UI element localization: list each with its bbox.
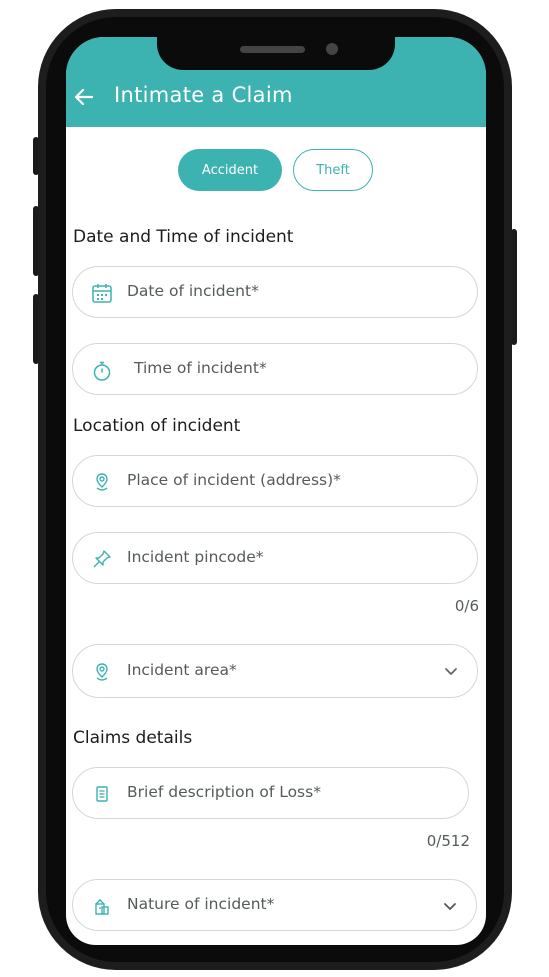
location-pin-icon <box>96 473 108 491</box>
stopwatch-icon <box>93 361 111 381</box>
nature-of-incident-dropdown[interactable]: Nature of incident* <box>72 879 477 931</box>
section-location: Location of incident <box>73 416 241 436</box>
app-screen: Intimate a Claim Accident Theft Date and… <box>66 37 486 945</box>
phone-notch <box>157 37 395 70</box>
speaker-grille <box>240 46 305 53</box>
time-of-incident-placeholder: Time of incident* <box>134 359 267 377</box>
chevron-down-icon[interactable] <box>443 663 459 679</box>
pincode-char-counter: 0/6 <box>454 597 479 615</box>
place-of-incident-placeholder: Place of incident (address)* <box>127 471 341 489</box>
nature-of-incident-placeholder: Nature of incident* <box>127 895 275 913</box>
section-claims-details: Claims details <box>73 728 193 748</box>
incident-pincode-field[interactable]: Incident pincode* <box>72 532 478 584</box>
tab-theft[interactable]: Theft <box>293 149 373 191</box>
description-char-counter: 0/512 <box>426 832 470 850</box>
document-icon <box>96 786 108 802</box>
place-of-incident-field[interactable]: Place of incident (address)* <box>72 455 478 507</box>
date-of-incident-field[interactable]: Date of incident* <box>72 266 478 318</box>
chevron-down-icon[interactable] <box>442 898 458 914</box>
incident-area-placeholder: Incident area* <box>127 661 237 679</box>
page-title: Intimate a Claim <box>114 83 293 107</box>
incident-area-dropdown[interactable]: Incident area* <box>72 644 478 698</box>
incident-category-icon <box>95 899 109 915</box>
date-of-incident-placeholder: Date of incident* <box>127 282 259 300</box>
front-camera <box>326 43 338 55</box>
calendar-icon <box>92 284 112 303</box>
time-of-incident-field[interactable]: Time of incident* <box>72 343 478 395</box>
tab-accident[interactable]: Accident <box>178 149 282 191</box>
brief-description-placeholder: Brief description of Loss* <box>127 783 321 801</box>
pushpin-icon <box>93 550 111 568</box>
section-date-time: Date and Time of incident <box>73 227 294 247</box>
back-arrow-icon[interactable] <box>72 85 96 109</box>
location-pin-icon <box>96 663 108 681</box>
incident-pincode-placeholder: Incident pincode* <box>127 548 264 566</box>
brief-description-field[interactable]: Brief description of Loss* <box>72 767 469 819</box>
